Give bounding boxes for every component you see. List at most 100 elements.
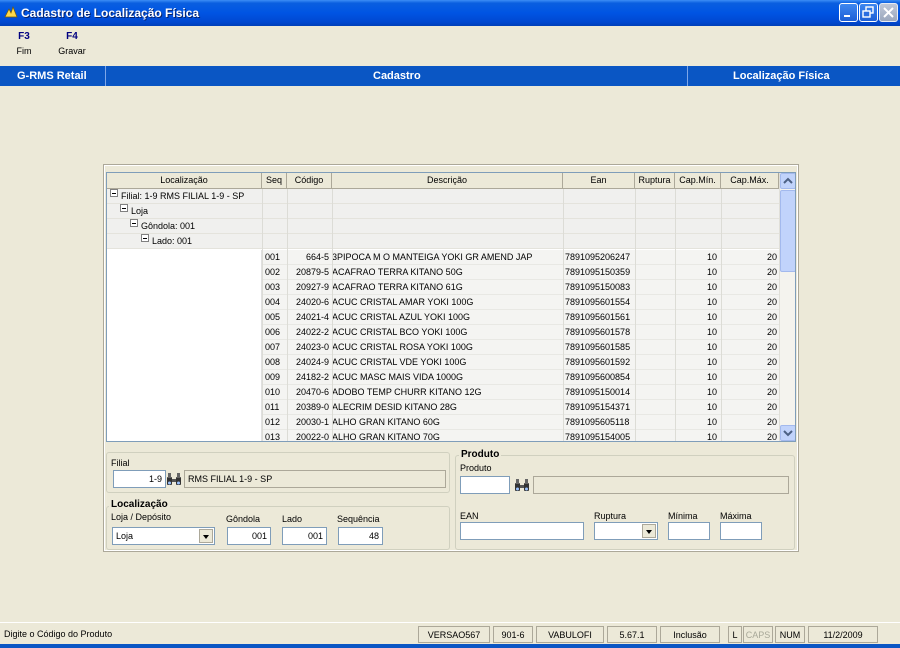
cell-ean: 7891095601554 xyxy=(565,297,631,307)
tree-node-gondola[interactable]: Gôndola: 001 xyxy=(107,219,779,234)
cell-ruptura xyxy=(637,355,673,370)
cell-min: 10 xyxy=(706,252,717,262)
tree-label: Filial: 1-9 RMS FILIAL 1-9 - SP xyxy=(121,191,245,201)
cell-descricao: ACUC CRISTAL VDE YOKI 100G xyxy=(332,357,467,367)
f4-key: F4 xyxy=(66,31,78,42)
row-localizacao-cell xyxy=(107,415,262,430)
column-separator xyxy=(262,189,263,441)
close-button[interactable] xyxy=(879,3,898,22)
cell-min: 10 xyxy=(706,372,717,382)
cell-codigo: 24024-9 xyxy=(295,357,329,367)
dropdown-arrow-icon[interactable] xyxy=(199,529,213,543)
scroll-up-button[interactable] xyxy=(780,173,795,189)
scroll-down-button[interactable] xyxy=(780,425,795,441)
binoculars-icon[interactable] xyxy=(514,478,530,492)
produto-code-field[interactable] xyxy=(460,476,510,494)
maximize-button[interactable] xyxy=(859,3,878,22)
status-user: VABULOFI xyxy=(536,626,604,643)
cell-min: 10 xyxy=(706,387,717,397)
cell-ean: 7891095154371 xyxy=(565,402,631,412)
table-row[interactable]: 001 664-5 3PIPOCA M O MANTEIGA YOKI GR AME… xyxy=(107,250,779,265)
col-header-ean[interactable]: Ean xyxy=(563,173,635,189)
ean-field[interactable] xyxy=(460,522,584,540)
table-row[interactable]: 008 24024-9 ACUC CRISTAL VDE YOKI 100G 7891… xyxy=(107,355,779,370)
row-localizacao-cell xyxy=(107,325,262,340)
loja-deposito-select[interactable]: Loja xyxy=(112,527,215,545)
grid-vertical-scrollbar[interactable] xyxy=(779,173,795,441)
column-separator xyxy=(721,189,722,441)
cell-descricao: ACUC CRISTAL BCO YOKI 100G xyxy=(332,327,468,337)
tree-node-loja[interactable]: Loja xyxy=(107,204,779,219)
f4-gravar-button[interactable]: F4 Gravar xyxy=(52,31,92,56)
col-header-cap-max[interactable]: Cap.Máx. xyxy=(721,173,779,189)
tree-label: Lado: 001 xyxy=(152,236,193,246)
cell-descricao: ACUC CRISTAL ROSA YOKI 100G xyxy=(332,342,473,352)
gondola-label: Gôndola xyxy=(226,514,261,524)
table-row[interactable]: 009 24182-2 ACUC MASC MAIS VIDA 1000G 78910… xyxy=(107,370,779,385)
cell-ruptura xyxy=(637,295,673,310)
title-bar: Cadastro de Localização Física xyxy=(0,0,900,26)
maxima-field[interactable] xyxy=(720,522,762,540)
scroll-thumb[interactable] xyxy=(780,190,795,272)
table-row[interactable]: 010 20470-6 ADOBO TEMP CHURR KITANO 12G 789… xyxy=(107,385,779,400)
tree-collapse-icon[interactable] xyxy=(130,219,138,227)
tree-collapse-icon[interactable] xyxy=(110,189,118,197)
row-localizacao-cell xyxy=(107,295,262,310)
cell-ean: 7891095150014 xyxy=(565,387,631,397)
lado-field[interactable]: 001 xyxy=(282,527,327,545)
table-row[interactable]: 003 20927-9 ACAFRAO TERRA KITANO 61G 789109… xyxy=(107,280,779,295)
tree-node-lado[interactable]: Lado: 001 xyxy=(107,234,779,249)
gondola-field[interactable]: 001 xyxy=(227,527,271,545)
status-bar: Digite o Código do Produto VERSAO567 901… xyxy=(0,622,900,644)
minima-label: Mínima xyxy=(668,511,698,521)
tree-collapse-icon[interactable] xyxy=(120,204,128,212)
cell-descricao: ACAFRAO TERRA KITANO 61G xyxy=(332,282,463,292)
table-row[interactable]: 002 20879-5 ACAFRAO TERRA KITANO 50G 789109… xyxy=(107,265,779,280)
cell-min: 10 xyxy=(706,297,717,307)
toolbar: F3 Fim F4 Gravar xyxy=(0,26,900,66)
ruptura-label: Ruptura xyxy=(594,511,627,521)
row-localizacao-cell xyxy=(107,430,262,441)
table-row[interactable]: 011 20389-0 ALECRIM DESID KITANO 28G 789109… xyxy=(107,400,779,415)
col-header-cap-min[interactable]: Cap.Mín. xyxy=(675,173,721,189)
col-header-descricao[interactable]: Descrição xyxy=(332,173,563,189)
table-row[interactable]: 006 24022-2 ACUC CRISTAL BCO YOKI 100G 7891… xyxy=(107,325,779,340)
cell-min: 10 xyxy=(706,267,717,277)
cell-min: 10 xyxy=(706,357,717,367)
table-row[interactable]: 005 24021-4 ACUC CRISTAL AZUL YOKI 100G 789… xyxy=(107,310,779,325)
dropdown-arrow-icon[interactable] xyxy=(642,524,656,538)
header-section: Cadastro xyxy=(373,70,421,82)
col-header-seq[interactable]: Seq xyxy=(262,173,287,189)
ean-label: EAN xyxy=(460,511,479,521)
minimize-button[interactable] xyxy=(839,3,858,22)
col-header-ruptura[interactable]: Ruptura xyxy=(635,173,675,189)
cell-max: 20 xyxy=(766,252,777,262)
table-row[interactable]: 013 20022-0 ALHO GRAN KITANO 70G 7891095154… xyxy=(107,430,779,442)
products-grid[interactable]: Localização Seq Código Descrição Ean Rup… xyxy=(106,172,796,442)
sequencia-field[interactable]: 48 xyxy=(338,527,383,545)
cell-ruptura xyxy=(637,370,673,385)
col-header-localizacao[interactable]: Localização xyxy=(107,173,262,189)
tree-collapse-icon[interactable] xyxy=(141,234,149,242)
maximize-icon xyxy=(862,6,874,18)
tree-node-filial[interactable]: Filial: 1-9 RMS FILIAL 1-9 - SP xyxy=(107,189,779,204)
binoculars-icon[interactable] xyxy=(166,472,182,486)
cell-ruptura xyxy=(637,385,673,400)
cell-min: 10 xyxy=(706,432,717,442)
col-header-codigo[interactable]: Código xyxy=(287,173,332,189)
ruptura-select[interactable] xyxy=(594,522,658,540)
cell-seq: 009 xyxy=(265,372,281,382)
cell-max: 20 xyxy=(766,402,777,412)
f3-fim-button[interactable]: F3 Fim xyxy=(4,31,44,56)
cell-seq: 003 xyxy=(265,282,281,292)
cell-ean: 7891095601592 xyxy=(565,357,631,367)
table-row[interactable]: 012 20030-1 ALHO GRAN KITANO 60G 7891095605… xyxy=(107,415,779,430)
minima-field[interactable] xyxy=(668,522,710,540)
table-row[interactable]: 007 24023-0 ACUC CRISTAL ROSA YOKI 100G 789… xyxy=(107,340,779,355)
cell-ean: 7891095600854 xyxy=(565,372,631,382)
filial-code-field[interactable]: 1-9 xyxy=(113,470,166,488)
status-message: Digite o Código do Produto xyxy=(4,629,113,639)
cell-seq: 002 xyxy=(265,267,281,277)
produto-description-field xyxy=(533,476,789,494)
table-row[interactable]: 004 24020-6 ACUC CRISTAL AMAR YOKI 100G 789… xyxy=(107,295,779,310)
